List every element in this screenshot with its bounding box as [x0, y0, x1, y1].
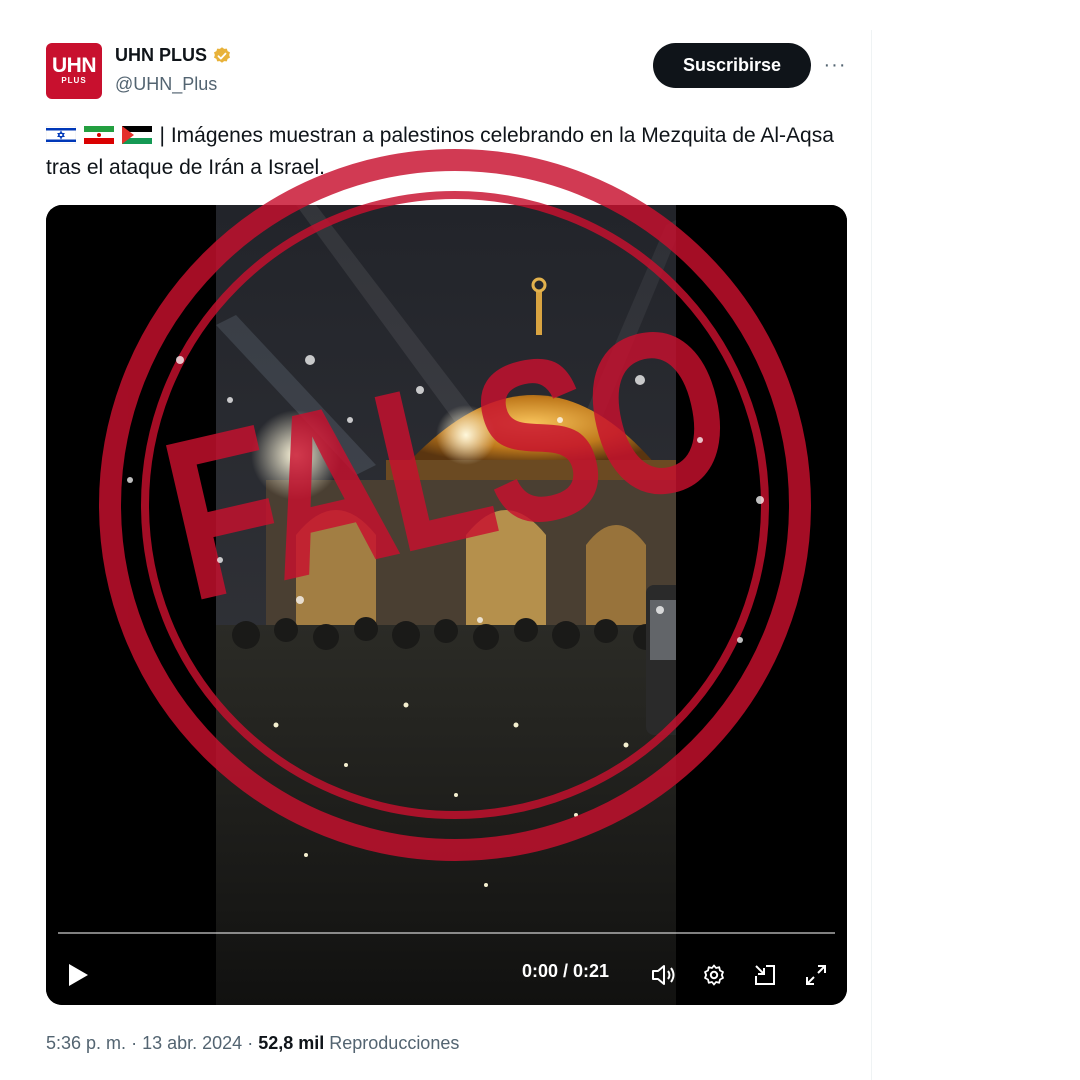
settings-icon[interactable]: [700, 961, 728, 989]
avatar-subtext: PLUS: [61, 76, 87, 85]
view-count: 52,8 mil: [258, 1033, 325, 1053]
iran-flag-icon: [83, 126, 114, 144]
column-divider: [871, 30, 872, 1080]
dock-icon[interactable]: [751, 961, 779, 989]
video-progress-bar[interactable]: [58, 932, 835, 934]
avatar[interactable]: UHN PLUS: [46, 43, 102, 99]
palestine-flag-icon: [121, 126, 152, 144]
tweet-time[interactable]: 5:36 p. m.: [46, 1033, 126, 1053]
video-time: 0:00 / 0:21: [522, 961, 610, 981]
video-player[interactable]: 0:00 / 0:21: [46, 205, 847, 1005]
fullscreen-icon[interactable]: [802, 961, 830, 989]
subscribe-button[interactable]: Suscribirse: [653, 43, 811, 88]
handle[interactable]: @UHN_Plus: [115, 74, 217, 95]
verified-badge-icon: [214, 46, 231, 63]
meta-separator: ·: [131, 1033, 138, 1053]
author-name-row[interactable]: UHN PLUS: [115, 45, 232, 66]
tweet-date[interactable]: 13 abr. 2024: [142, 1033, 242, 1053]
tweet-metadata: 5:36 p. m. · 13 abr. 2024 · 52,8 mil Rep…: [46, 1033, 459, 1054]
tweet-text: | Imágenes muestran a palestinos celebra…: [46, 120, 856, 184]
tweet-body: | Imágenes muestran a palestinos celebra…: [46, 124, 834, 179]
more-options-icon[interactable]: ···: [822, 52, 848, 78]
meta-separator: ·: [247, 1033, 254, 1053]
volume-icon[interactable]: [649, 961, 679, 989]
avatar-text: UHN: [52, 54, 97, 77]
views-label: Reproducciones: [329, 1033, 460, 1053]
video-frame: [46, 205, 847, 1005]
israel-flag-icon: [46, 126, 76, 144]
play-icon[interactable]: [64, 961, 92, 989]
display-name[interactable]: UHN PLUS: [115, 45, 207, 66]
